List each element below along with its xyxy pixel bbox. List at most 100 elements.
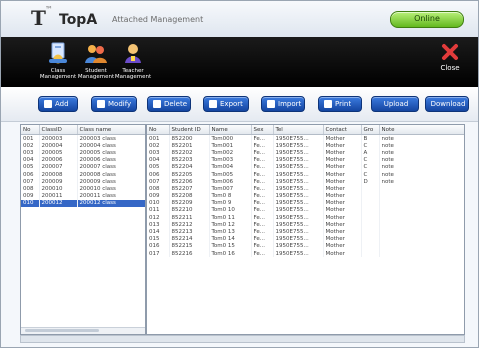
table-cell: Fe... — [251, 134, 274, 143]
upload-button[interactable]: Upload — [371, 96, 419, 112]
column-header[interactable]: No — [147, 125, 170, 135]
column-header[interactable]: Class name — [77, 125, 145, 135]
download-button[interactable]: Download — [425, 96, 469, 112]
student-row[interactable]: 008 852207 Tom007 Fe... 1950E755... Mother — [147, 185, 464, 193]
app-logo: T ™ — [31, 5, 61, 30]
scroll-thumb[interactable] — [25, 329, 100, 332]
table-cell: 200012 — [39, 199, 78, 207]
column-header[interactable]: Student ID — [169, 125, 210, 135]
table-cell: 1950E755... — [273, 192, 324, 200]
table-cell: note — [379, 163, 464, 171]
student-row[interactable]: 012 852211 Tom0 11 Fe... 1950E755... Mother — [147, 214, 464, 222]
table-cell: Tom002 — [209, 149, 252, 157]
column-header[interactable]: Contact — [323, 125, 362, 135]
student-row[interactable]: 009 852208 Tom0 8 Fe... 1950E755... Mother — [147, 192, 464, 200]
table-cell: 200005 — [39, 149, 78, 157]
student-row[interactable]: 001 852200 Tom000 Fe... 1950E755... Mother Bno… — [147, 134, 464, 143]
column-header[interactable]: Sex — [251, 125, 274, 135]
table-cell: 013 — [147, 221, 170, 229]
class-row[interactable]: 007 200009 200009 class — [21, 178, 145, 186]
student-row[interactable]: 017 852216 Tom0 16 Fe... 1950E755... Mother — [147, 250, 464, 258]
column-header[interactable]: Gro — [361, 125, 380, 135]
student-row[interactable]: 002 852201 Tom001 Fe... 1950E755... Mother Cno… — [147, 142, 464, 150]
table-cell: Fe... — [251, 214, 274, 222]
table-cell: Mother — [323, 206, 362, 215]
table-cell: Fe... — [251, 185, 274, 193]
table-cell: 200007 class — [77, 163, 145, 171]
table-cell: 200009 class — [77, 178, 145, 186]
student-row[interactable]: 003 852202 Tom002 Fe... 1950E755... Mother Ano… — [147, 149, 464, 157]
table-cell: 200005 class — [77, 149, 145, 157]
student-row[interactable]: 007 852206 Tom006 Fe... 1950E755... Mother Dno… — [147, 178, 464, 186]
student-row[interactable]: 006 852205 Tom005 Fe... 1950E755... Mother Cno… — [147, 170, 464, 179]
student-row[interactable]: 010 852209 Tom0 9 Fe... 1950E755... Mother — [147, 199, 464, 207]
student-row[interactable]: 016 852215 Tom0 15 Fe... 1950E755... Mother — [147, 242, 464, 250]
table-cell: Fe... — [251, 199, 274, 207]
brand-name: TopA — [59, 12, 98, 28]
table-cell: note — [379, 178, 464, 186]
student-row[interactable]: 014 852213 Tom0 13 Fe... 1950E755... Mother — [147, 228, 464, 236]
class-row[interactable]: 002 200004 200004 class — [21, 142, 145, 150]
student-row[interactable]: 005 852204 Tom004 Fe... 1950E755... Mother Cno… — [147, 163, 464, 171]
table-cell: Tom0 10 — [209, 206, 252, 215]
close-button[interactable]: Close — [434, 43, 466, 83]
class-horizontal-scrollbar[interactable] — [21, 327, 145, 334]
class-row[interactable]: 008 200010 200010 class — [21, 185, 145, 193]
class-row[interactable]: 010 200012 200012 class — [21, 199, 145, 207]
table-cell: 200004 class — [77, 142, 145, 150]
table-cell: D — [361, 178, 380, 186]
class-row[interactable]: 004 200006 200006 class — [21, 156, 145, 164]
delete-button[interactable]: Delete — [147, 96, 191, 112]
status-label: Online — [414, 14, 440, 23]
column-header[interactable]: Tel — [273, 125, 324, 135]
table-cell: 1950E755... — [273, 221, 324, 229]
table-cell: 852210 — [169, 206, 210, 215]
student-row[interactable]: 013 852212 Tom0 12 Fe... 1950E755... Mother — [147, 221, 464, 229]
table-cell — [379, 221, 464, 229]
import-button[interactable]: Import — [261, 96, 305, 112]
table-cell: 015 — [147, 235, 170, 243]
table-cell — [361, 199, 380, 207]
table-cell: C — [361, 163, 380, 171]
column-header[interactable]: Name — [209, 125, 252, 135]
table-cell: 1950E755... — [273, 199, 324, 207]
table-cell: Tom003 — [209, 156, 252, 164]
table-cell: note — [379, 134, 464, 143]
table-cell: 1950E755... — [273, 170, 324, 179]
class-row[interactable]: 006 200008 200008 class — [21, 170, 145, 179]
add-button[interactable]: Add — [38, 96, 78, 112]
teacher-management-button[interactable]: Teacher Management — [113, 41, 153, 85]
column-header[interactable]: Note — [379, 125, 464, 135]
table-cell: Tom0 12 — [209, 221, 252, 229]
print-button[interactable]: Print — [318, 96, 362, 112]
class-management-button[interactable]: Class Management — [38, 41, 78, 85]
table-cell: 1950E755... — [273, 142, 324, 150]
class-row[interactable]: 005 200007 200007 class — [21, 163, 145, 171]
class-row[interactable]: 009 200011 200011 class — [21, 192, 145, 200]
table-cell: Mother — [323, 221, 362, 229]
student-row[interactable]: 004 852203 Tom003 Fe... 1950E755... Mother Cno… — [147, 156, 464, 164]
status-pill[interactable]: Online — [390, 11, 464, 28]
modify-button[interactable]: Modify — [91, 96, 137, 112]
table-cell: 1950E755... — [273, 214, 324, 222]
table-cell: 010 — [147, 199, 170, 207]
delete-label: Delete — [164, 100, 187, 108]
table-cell: Fe... — [251, 250, 274, 258]
logo-trademark: ™ — [45, 5, 53, 14]
export-button[interactable]: Export — [203, 96, 249, 112]
class-row[interactable]: 003 200005 200005 class — [21, 149, 145, 157]
student-management-button[interactable]: Student Management — [76, 41, 116, 85]
class-row[interactable]: 001 200003 200003 class — [21, 134, 145, 143]
table-cell: Tom0 8 — [209, 192, 252, 200]
table-cell — [379, 250, 464, 258]
table-cell — [361, 214, 380, 222]
student-row[interactable]: 015 852214 Tom0 14 Fe... 1950E755... Mother — [147, 235, 464, 243]
table-cell: 007 — [21, 178, 40, 186]
table-cell: Tom001 — [209, 142, 252, 150]
table-cell: 008 — [147, 185, 170, 193]
column-header[interactable]: ClassID — [39, 125, 78, 135]
student-row[interactable]: 011 852210 Tom0 10 Fe... 1950E755... Mother — [147, 206, 464, 215]
class-table-header: No ClassID Class name — [21, 125, 145, 135]
column-header[interactable]: No — [21, 125, 40, 135]
table-cell: Fe... — [251, 235, 274, 243]
